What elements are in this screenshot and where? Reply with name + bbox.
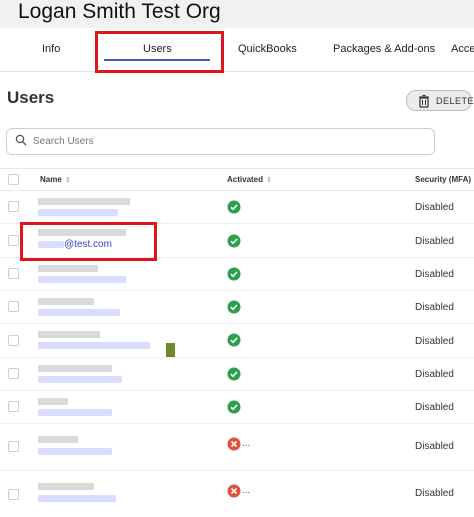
redacted-email-prefix <box>38 241 64 248</box>
search-icon <box>15 133 27 151</box>
tab-packages-add-ons[interactable]: Packages & Add-ons <box>333 43 435 55</box>
redacted-name <box>38 483 94 490</box>
check-circle-icon <box>227 234 241 248</box>
table-row[interactable]: Disabled <box>0 291 474 324</box>
column-header-name[interactable]: Name ⇕ <box>40 175 71 184</box>
redacted-email <box>38 276 126 283</box>
redacted-email <box>38 448 112 455</box>
row-checkbox[interactable] <box>8 488 19 500</box>
column-header-activated[interactable]: Activated ⇕ <box>227 175 272 184</box>
mfa-status: Disabled <box>415 336 454 347</box>
table-row[interactable]: Disabled <box>0 191 474 224</box>
user-email: @test.com <box>64 239 112 250</box>
check-circle-icon <box>227 267 241 281</box>
row-checkbox[interactable] <box>8 368 19 379</box>
users-table: Name ⇕ Activated ⇕ Security (MFA) Disabled… <box>0 168 474 517</box>
redacted-name <box>38 298 94 305</box>
table-row[interactable]: @test.com Disabled <box>0 224 474 258</box>
activation-status-text: ... <box>242 485 251 496</box>
active-tab-indicator <box>104 59 210 61</box>
redacted-email <box>38 376 122 383</box>
redacted-email <box>38 409 112 416</box>
org-header: Logan Smith Test Org <box>0 0 474 28</box>
search-box[interactable] <box>6 128 435 155</box>
row-checkbox[interactable] <box>8 334 19 346</box>
page-title: Users <box>7 88 55 107</box>
table-row[interactable]: Disabled <box>0 391 474 424</box>
row-checkbox[interactable] <box>8 268 19 279</box>
activation-status-text: ... <box>242 438 251 449</box>
redacted-name <box>38 331 100 338</box>
table-row[interactable]: Disabled <box>0 258 474 291</box>
error-circle-icon <box>227 484 241 498</box>
redacted-name <box>38 398 68 405</box>
row-checkbox[interactable] <box>8 401 19 412</box>
check-circle-icon <box>227 400 241 414</box>
delete-button[interactable]: DELETE <box>406 90 474 111</box>
mfa-status: Disabled <box>415 488 454 499</box>
org-title: Logan Smith Test Org <box>18 0 221 23</box>
mfa-status: Disabled <box>415 441 454 452</box>
sort-icon: ⇕ <box>266 177 272 184</box>
tab-info[interactable]: Info <box>42 43 60 55</box>
redacted-name <box>38 198 130 205</box>
column-name-label: Name <box>40 175 62 184</box>
mfa-status: Disabled <box>415 302 454 313</box>
table-row[interactable]: ... Disabled <box>0 471 474 517</box>
mfa-status: Disabled <box>415 236 454 247</box>
delete-label: DELETE <box>436 95 474 106</box>
search-input[interactable] <box>33 136 413 147</box>
row-checkbox[interactable] <box>8 234 19 246</box>
row-checkbox[interactable] <box>8 441 19 452</box>
sort-icon: ⇕ <box>64 177 71 184</box>
mfa-status: Disabled <box>415 202 454 213</box>
redacted-name <box>38 365 112 372</box>
tab-quickbooks[interactable]: QuickBooks <box>238 43 297 55</box>
tab-access[interactable]: Acce <box>451 43 474 55</box>
redacted-email <box>38 495 116 502</box>
mfa-status: Disabled <box>415 269 454 280</box>
tab-users[interactable]: Users <box>143 43 172 55</box>
check-circle-icon <box>227 333 241 347</box>
table-row[interactable]: ... Disabled <box>0 424 474 471</box>
drag-cursor-icon <box>166 343 175 357</box>
select-all-checkbox[interactable] <box>8 174 19 185</box>
check-circle-icon <box>227 300 241 314</box>
trash-icon <box>417 94 431 108</box>
redacted-email <box>38 342 150 349</box>
column-header-mfa[interactable]: Security (MFA) <box>415 175 471 184</box>
row-checkbox[interactable] <box>8 201 19 212</box>
table-row[interactable]: Disabled <box>0 358 474 391</box>
column-activated-label: Activated <box>227 175 264 184</box>
redacted-name <box>38 436 78 443</box>
redacted-name <box>38 229 126 236</box>
error-circle-icon <box>227 437 241 451</box>
tab-bar: Info Users QuickBooks Packages & Add-ons… <box>0 36 474 72</box>
redacted-email <box>38 309 120 316</box>
table-row[interactable]: Disabled <box>0 324 474 358</box>
check-circle-icon <box>227 367 241 381</box>
redacted-email <box>38 209 118 216</box>
check-circle-icon <box>227 200 241 214</box>
row-checkbox[interactable] <box>8 301 19 312</box>
mfa-status: Disabled <box>415 369 454 380</box>
mfa-status: Disabled <box>415 402 454 413</box>
redacted-name <box>38 265 98 272</box>
table-header: Name ⇕ Activated ⇕ Security (MFA) <box>0 168 474 191</box>
